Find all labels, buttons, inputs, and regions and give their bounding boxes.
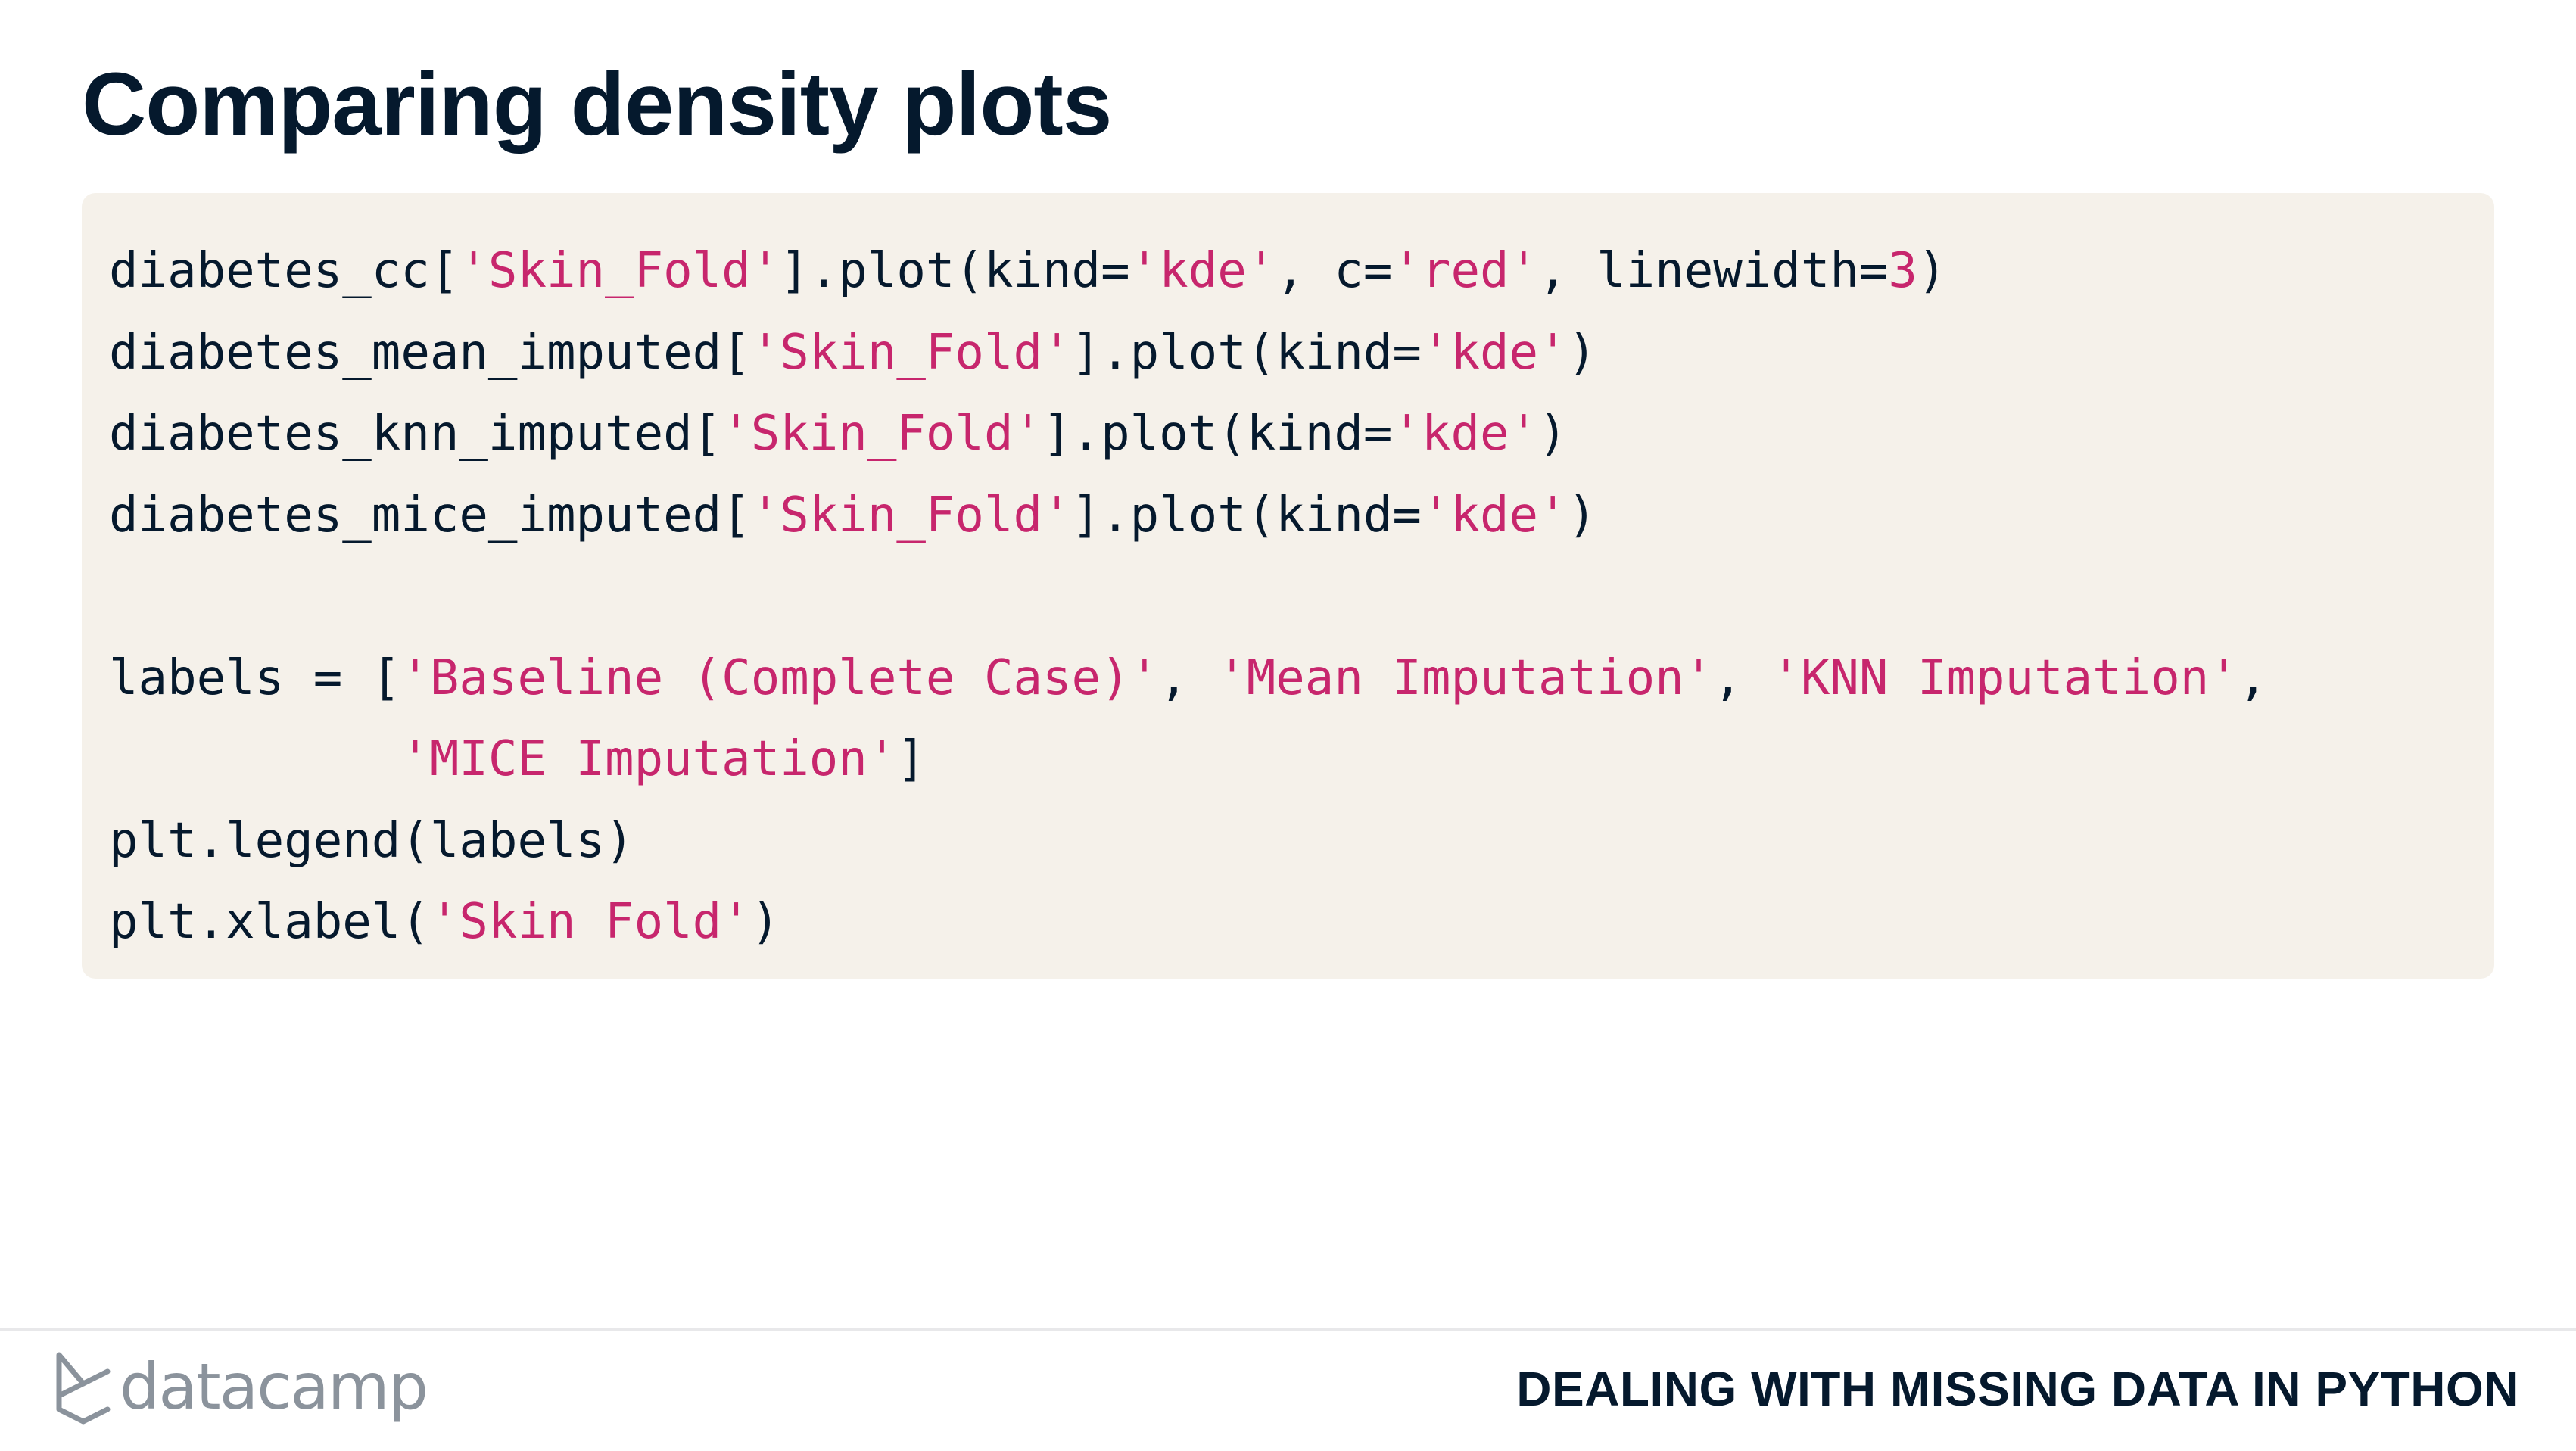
- code-text: diabetes_cc['Skin_Fold'].plot(kind='kde'…: [109, 231, 2267, 964]
- code-token: diabetes_mice_imputed[: [109, 487, 751, 543]
- code-token: ): [750, 894, 780, 950]
- code-line-7: 'MICE Imputation']: [109, 719, 2267, 801]
- string-literal: 'Mean Imputation': [1217, 649, 1714, 706]
- code-line-3: diabetes_knn_imputed['Skin_Fold'].plot(k…: [109, 394, 2267, 475]
- code-token: ].plot(kind=: [1071, 487, 1422, 543]
- string-literal: 'Skin_Fold': [459, 243, 780, 299]
- brand-wordmark: datacamp: [120, 1350, 428, 1424]
- string-literal: 'kde': [1392, 406, 1539, 462]
- number-literal: 3: [1888, 243, 1917, 299]
- code-line-9: plt.xlabel('Skin Fold'): [109, 882, 2267, 964]
- code-token: ].plot(kind=: [780, 243, 1130, 299]
- code-token: plt.xlabel(: [109, 894, 430, 950]
- code-line-1: diabetes_cc['Skin_Fold'].plot(kind='kde'…: [109, 231, 2267, 313]
- code-token: ]: [896, 731, 926, 787]
- string-literal: 'KNN Imputation': [1771, 649, 2238, 706]
- string-literal: 'kde': [1129, 243, 1276, 299]
- datacamp-logo: datacamp: [53, 1349, 428, 1425]
- slide-title: Comparing density plots: [82, 54, 1112, 154]
- course-title: DEALING WITH MISSING DATA IN PYTHON: [1516, 1362, 2519, 1416]
- code-token: diabetes_knn_imputed[: [109, 406, 722, 462]
- code-token: ,: [1713, 649, 1772, 706]
- code-token: , c=: [1276, 243, 1393, 299]
- code-token: , linewidth=: [1538, 243, 1889, 299]
- string-literal: 'Skin_Fold': [750, 487, 1072, 543]
- code-token: diabetes_mean_imputed[: [109, 324, 751, 381]
- code-token: plt.legend(labels): [109, 812, 634, 869]
- string-literal: 'Skin_Fold': [721, 406, 1042, 462]
- string-literal: 'kde': [1421, 324, 1568, 381]
- code-token: ): [1567, 324, 1597, 381]
- code-line-6: labels = ['Baseline (Complete Case)', 'M…: [109, 638, 2267, 720]
- code-token: ,: [2238, 649, 2268, 706]
- string-literal: 'kde': [1421, 487, 1568, 543]
- string-literal: 'Baseline (Complete Case)': [400, 649, 1160, 706]
- string-literal: 'MICE Imputation': [400, 731, 897, 787]
- code-token: ): [1538, 406, 1568, 462]
- code-token: ].plot(kind=: [1071, 324, 1422, 381]
- code-token: ): [1917, 243, 1947, 299]
- code-line-8: plt.legend(labels): [109, 801, 2267, 883]
- code-token: ,: [1159, 649, 1218, 706]
- string-literal: 'Skin_Fold': [750, 324, 1072, 381]
- code-block: diabetes_cc['Skin_Fold'].plot(kind='kde'…: [82, 193, 2494, 979]
- code-token: ): [1567, 487, 1597, 543]
- code-token: ].plot(kind=: [1042, 406, 1393, 462]
- code-line-2: diabetes_mean_imputed['Skin_Fold'].plot(…: [109, 313, 2267, 394]
- code-token: diabetes_cc[: [109, 243, 459, 299]
- code-line-4: diabetes_mice_imputed['Skin_Fold'].plot(…: [109, 475, 2267, 557]
- footer-divider: [0, 1328, 2576, 1331]
- code-token: labels = [: [109, 649, 401, 706]
- datacamp-mark-icon: [56, 1352, 111, 1425]
- string-literal: 'red': [1392, 243, 1539, 299]
- string-literal: 'Skin Fold': [429, 894, 751, 950]
